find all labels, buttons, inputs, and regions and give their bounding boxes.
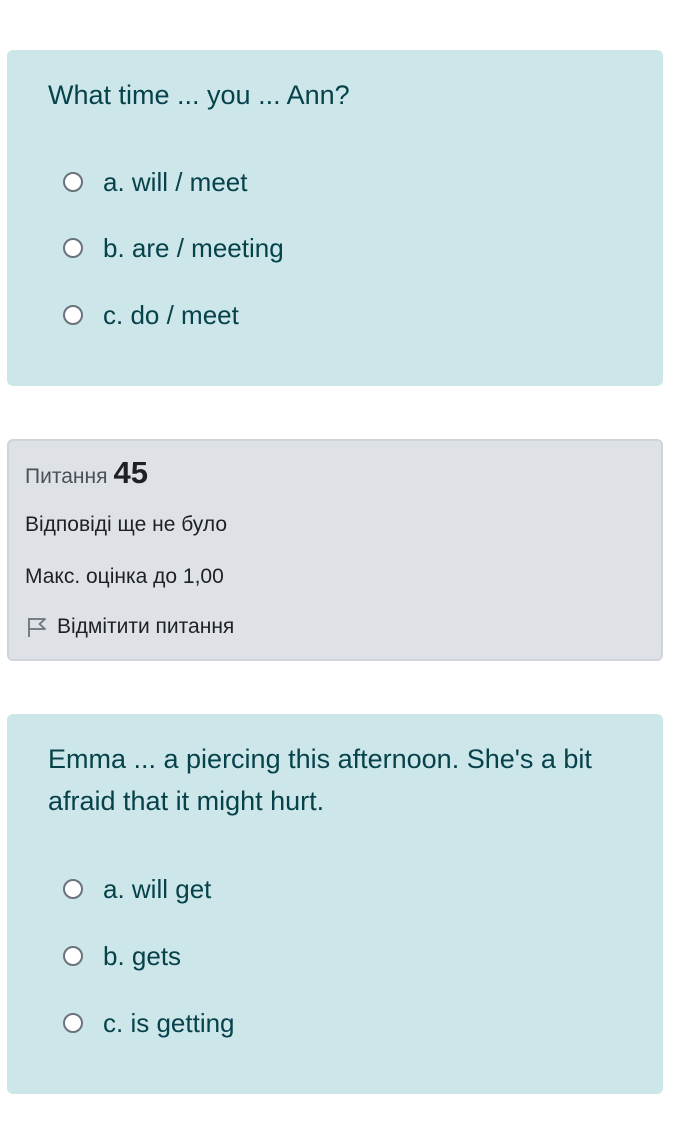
question-status: Відповіді ще не було [25,513,227,536]
flag-question-link[interactable]: Відмітити питання [25,615,234,639]
answer-label: c. do / meet [103,299,239,330]
answer-label: b. gets [103,940,182,971]
radio-button[interactable] [63,305,83,325]
question-formulation-1: What time ... you ... Ann? a. will / mee… [7,50,663,386]
answer-label: c. is getting [103,1007,235,1038]
radio-button[interactable] [63,172,83,192]
answer-option-b[interactable]: b. are / meeting [63,228,284,268]
answer-option-b[interactable]: b. gets [63,936,181,976]
answer-label: a. will / meet [103,166,248,197]
question-number-prefix: Питання [25,465,108,488]
question-formulation-2: Emma ... a piercing this afternoon. She'… [7,714,663,1094]
answer-option-a[interactable]: a. will / meet [63,162,248,202]
answer-label: b. are / meeting [103,232,284,263]
answer-label: a. will get [103,873,212,904]
answer-option-a[interactable]: a. will get [63,869,211,909]
radio-button[interactable] [63,879,83,899]
question-info: Питання 45 Відповіді ще не було Макс. оці… [7,439,663,661]
flag-question-label: Відмітити питання [57,615,235,638]
question-number-value: 45 [113,455,148,490]
question-text: Emma ... a piercing this afternoon. She'… [48,744,592,816]
radio-button[interactable] [63,1013,83,1033]
question-number: Питання 45 [25,455,148,491]
answer-option-c[interactable]: c. do / meet [63,295,239,335]
radio-button[interactable] [63,946,83,966]
answer-option-c[interactable]: c. is getting [63,1003,235,1043]
question-text: What time ... you ... Ann? [48,80,350,110]
question-max-grade: Макс. оцінка до 1,00 [25,565,224,588]
flag-outline-icon [28,618,46,637]
radio-button[interactable] [63,238,83,258]
